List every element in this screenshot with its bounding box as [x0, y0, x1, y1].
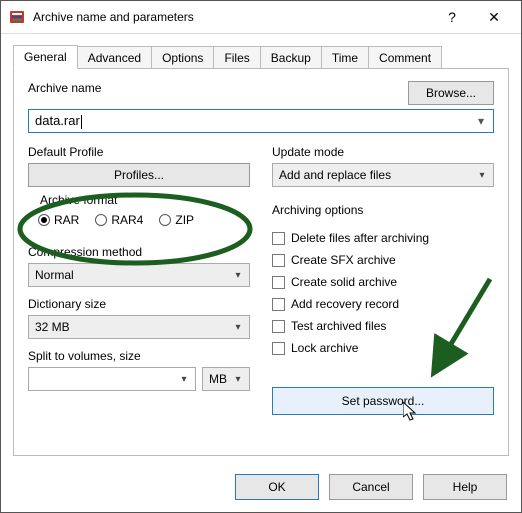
radio-rar[interactable]: RAR: [38, 213, 79, 227]
help-button[interactable]: ?: [431, 2, 473, 32]
cb-recovery[interactable]: Add recovery record: [272, 293, 494, 315]
chevron-down-icon: ▾: [231, 374, 245, 385]
close-button[interactable]: ✕: [473, 2, 515, 32]
ok-button[interactable]: OK: [235, 474, 319, 500]
split-unit-select[interactable]: MB ▾: [202, 367, 250, 391]
radio-rar4[interactable]: RAR4: [95, 213, 143, 227]
tab-options[interactable]: Options: [152, 46, 214, 69]
update-mode-select[interactable]: Add and replace files ▾: [272, 163, 494, 187]
close-icon: ✕: [488, 9, 500, 26]
help-button[interactable]: Help: [423, 474, 507, 500]
chevron-down-icon: ▾: [177, 374, 191, 385]
default-profile-label: Default Profile: [28, 145, 250, 159]
chevron-down-icon: ▾: [231, 322, 245, 333]
tab-comment[interactable]: Comment: [369, 46, 442, 69]
cb-lock[interactable]: Lock archive: [272, 337, 494, 359]
archive-format-group: Archive format RAR RAR4 ZIP: [28, 195, 250, 235]
window-title: Archive name and parameters: [33, 10, 431, 24]
archive-name-input[interactable]: data.rar ▾: [28, 109, 494, 133]
set-password-button[interactable]: Set password...: [272, 387, 494, 415]
titlebar: Archive name and parameters ? ✕: [1, 1, 521, 34]
dialog-footer: OK Cancel Help: [1, 464, 521, 512]
tab-files[interactable]: Files: [214, 46, 260, 69]
archiving-options-label: Archiving options: [272, 203, 494, 217]
dialog-window: Archive name and parameters ? ✕ General …: [0, 0, 522, 513]
archive-format-legend: Archive format: [36, 193, 121, 207]
radio-zip[interactable]: ZIP: [159, 213, 194, 227]
dictionary-label: Dictionary size: [28, 297, 250, 311]
cancel-button[interactable]: Cancel: [329, 474, 413, 500]
tab-backup[interactable]: Backup: [261, 46, 322, 69]
tab-advanced[interactable]: Advanced: [78, 46, 152, 69]
tab-time[interactable]: Time: [322, 46, 369, 69]
right-column: Update mode Add and replace files ▾ Arch…: [272, 145, 494, 415]
chevron-down-icon: ▾: [475, 170, 489, 181]
tabpanel-general: Archive name Browse... data.rar ▾ Defaul…: [13, 68, 509, 456]
compression-select[interactable]: Normal ▾: [28, 263, 250, 287]
profiles-button[interactable]: Profiles...: [28, 163, 250, 187]
chevron-down-icon[interactable]: ▾: [473, 114, 489, 128]
cb-solid[interactable]: Create solid archive: [272, 271, 494, 293]
client-area: General Advanced Options Files Backup Ti…: [1, 34, 521, 464]
chevron-down-icon: ▾: [231, 270, 245, 281]
split-label: Split to volumes, size: [28, 349, 250, 363]
cb-test[interactable]: Test archived files: [272, 315, 494, 337]
dictionary-select[interactable]: 32 MB ▾: [28, 315, 250, 339]
help-icon: ?: [448, 9, 456, 25]
split-size-input[interactable]: ▾: [28, 367, 196, 391]
archive-name-value: data.rar: [35, 113, 473, 129]
tabstrip: General Advanced Options Files Backup Ti…: [13, 45, 509, 69]
left-column: Default Profile Profiles... Archive form…: [28, 145, 250, 415]
archive-name-label: Archive name: [28, 81, 101, 95]
cb-sfx[interactable]: Create SFX archive: [272, 249, 494, 271]
update-mode-label: Update mode: [272, 145, 494, 159]
app-icon: [9, 9, 25, 25]
cb-delete-after[interactable]: Delete files after archiving: [272, 227, 494, 249]
browse-button[interactable]: Browse...: [408, 81, 494, 105]
compression-label: Compression method: [28, 245, 250, 259]
tab-general[interactable]: General: [13, 45, 78, 69]
